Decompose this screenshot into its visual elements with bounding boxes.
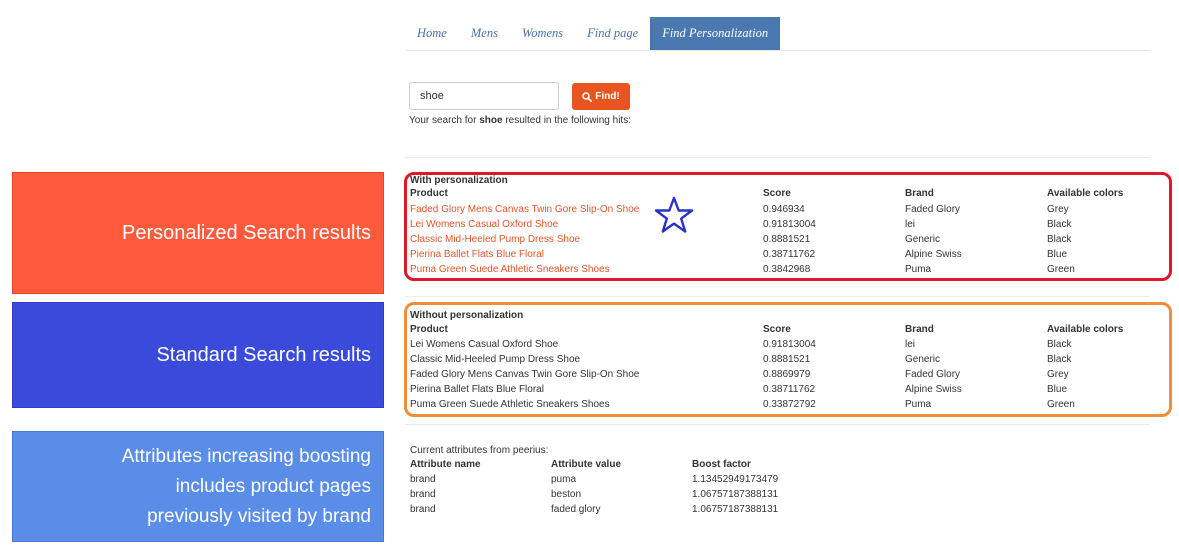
col-header-colors: Available colors <box>1047 324 1124 335</box>
brand-cell: Alpine Swiss <box>905 384 962 395</box>
personalized-title: With personalization <box>410 175 508 186</box>
attribute-name-cell: brand <box>410 489 436 500</box>
attribute-value-cell: faded glory <box>551 504 601 515</box>
colors-cell: Black <box>1047 234 1072 245</box>
attribute-value-cell: beston <box>551 489 582 500</box>
find-button[interactable]: Find! <box>572 83 630 110</box>
col-header-product: Product <box>410 324 448 335</box>
colors-cell: Grey <box>1047 204 1069 215</box>
product-link[interactable]: Lei Womens Casual Oxford Shoe <box>410 219 558 230</box>
score-cell: 0.3842968 <box>763 264 811 275</box>
col-header-product: Product <box>410 188 448 199</box>
nav-divider <box>405 50 1150 51</box>
top-nav: Home Mens Womens Find page Find Personal… <box>405 17 781 51</box>
colors-cell: Black <box>1047 219 1072 230</box>
boost-factor-cell: 1.13452949173479 <box>692 474 779 485</box>
score-cell: 0.33872792 <box>763 399 816 410</box>
col-header-brand: Brand <box>905 188 934 199</box>
brand-cell: Generic <box>905 354 941 365</box>
nav-home[interactable]: Home <box>405 17 459 51</box>
product-link[interactable]: Classic Mid-Heeled Pump Dress Shoe <box>410 234 580 245</box>
product-cell: Lei Womens Casual Oxford Shoe <box>410 339 559 350</box>
search-summary: Your search for shoe resulted in the fol… <box>409 115 631 126</box>
personalized-results-label: Personalized Search results <box>12 172 384 294</box>
brand-cell: lei <box>905 339 916 350</box>
score-cell: 0.8869979 <box>763 369 811 380</box>
col-header-score: Score <box>763 188 791 199</box>
search-term: shoe <box>479 115 503 126</box>
search-input[interactable] <box>409 82 559 110</box>
product-cell: Puma Green Suede Athletic Sneakers Shoes <box>410 399 610 410</box>
colors-cell: Blue <box>1047 384 1068 395</box>
product-link[interactable]: Pierina Ballet Flats Blue Floral <box>410 249 544 260</box>
brand-cell: Puma <box>905 399 932 410</box>
attribute-name-cell: brand <box>410 504 436 515</box>
col-header-attribute-value: Attribute value <box>551 459 622 470</box>
standard-title: Without personalization <box>410 310 524 321</box>
col-header-boost-factor: Boost factor <box>692 459 751 470</box>
colors-cell: Grey <box>1047 369 1069 380</box>
attribute-value-cell: puma <box>551 474 577 485</box>
col-header-score: Score <box>763 324 791 335</box>
boost-factor-cell: 1.06757187388131 <box>692 489 779 500</box>
nav-mens[interactable]: Mens <box>459 17 510 51</box>
search-icon <box>582 91 593 102</box>
star-icon <box>654 196 694 233</box>
score-cell: 0.91813004 <box>763 219 816 230</box>
colors-cell: Black <box>1047 339 1072 350</box>
brand-cell: lei <box>905 219 916 230</box>
attribute-name-cell: brand <box>410 474 436 485</box>
nav-womens[interactable]: Womens <box>510 17 575 51</box>
brand-cell: Faded Glory <box>905 204 961 215</box>
standard-results-label: Standard Search results <box>12 302 384 408</box>
brand-cell: Puma <box>905 264 932 275</box>
attributes-boosting-label: Attributes increasing boosting includes … <box>12 431 384 542</box>
colors-cell: Green <box>1047 399 1075 410</box>
product-cell: Classic Mid-Heeled Pump Dress Shoe <box>410 354 581 365</box>
score-cell: 0.8881521 <box>763 234 811 245</box>
product-link[interactable]: Puma Green Suede Athletic Sneakers Shoes <box>410 264 610 275</box>
nav-find-page[interactable]: Find page <box>575 17 650 51</box>
find-button-label: Find! <box>595 91 620 102</box>
product-link[interactable]: Faded Glory Mens Canvas Twin Gore Slip-O… <box>410 204 639 215</box>
brand-cell: Generic <box>905 234 941 245</box>
col-header-brand: Brand <box>905 324 934 335</box>
score-cell: 0.91813004 <box>763 339 816 350</box>
score-cell: 0.38711762 <box>763 249 816 260</box>
attributes-title: Current attributes from peerius: <box>410 445 549 456</box>
brand-cell: Alpine Swiss <box>905 249 962 260</box>
section-divider <box>405 424 1150 425</box>
colors-cell: Black <box>1047 354 1072 365</box>
colors-cell: Green <box>1047 264 1075 275</box>
colors-cell: Blue <box>1047 249 1068 260</box>
brand-cell: Faded Glory <box>905 369 961 380</box>
col-header-colors: Available colors <box>1047 188 1124 199</box>
boost-factor-cell: 1.06757187388131 <box>692 504 779 515</box>
product-cell: Faded Glory Mens Canvas Twin Gore Slip-O… <box>410 369 640 380</box>
section-divider <box>405 296 1150 297</box>
col-header-attribute-name: Attribute name <box>410 459 481 470</box>
score-cell: 0.38711762 <box>763 384 816 395</box>
product-cell: Pierina Ballet Flats Blue Floral <box>410 384 544 395</box>
nav-find-personalization[interactable]: Find Personalization <box>650 17 781 51</box>
score-cell: 0.8881521 <box>763 354 811 365</box>
section-divider <box>405 157 1150 158</box>
score-cell: 0.946934 <box>763 204 805 215</box>
